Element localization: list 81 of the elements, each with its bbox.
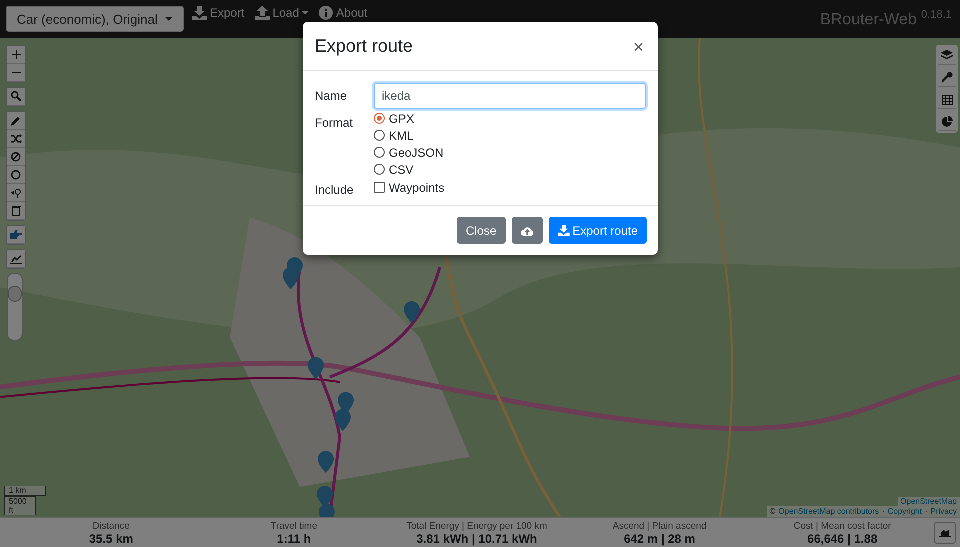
stat-label: Total Energy | Energy per 100 km [406, 520, 548, 532]
map-marker[interactable] [283, 268, 299, 290]
draw-button[interactable] [7, 112, 25, 130]
statistics-button[interactable] [938, 113, 956, 131]
map-marker[interactable] [319, 504, 335, 517]
download-icon [192, 6, 207, 20]
option-label: GeoJSON [389, 146, 444, 160]
table-icon [942, 94, 952, 104]
pencil-icon [11, 116, 21, 126]
stat-value: 642 m | 28 m [624, 532, 696, 546]
dialog-title: Export route [315, 36, 414, 57]
hand-icon [10, 230, 22, 239]
stat-label: Distance [92, 520, 130, 532]
field-label: Include [315, 182, 355, 197]
copyright-sign: © [770, 507, 776, 516]
upload-icon [254, 6, 270, 20]
radio-button[interactable] [374, 113, 385, 124]
map-marker[interactable] [335, 409, 351, 432]
caret-icon [302, 11, 310, 15]
map-marker[interactable] [308, 357, 324, 380]
separator-dot: · [925, 507, 928, 516]
pie-chart-icon [942, 116, 952, 127]
settings-button[interactable] [938, 69, 956, 87]
checkbox[interactable] [374, 182, 385, 193]
nav-link[interactable]: Load [252, 6, 312, 20]
field-label: Name [315, 88, 348, 103]
zoom-in-button[interactable] [7, 46, 25, 64]
close-button[interactable]: Close [456, 217, 506, 244]
stat-value: 35.5 km [89, 532, 134, 546]
stat-label: Cost | Mean cost factor [794, 520, 892, 532]
option-label: KML [389, 128, 414, 142]
attribution-link[interactable]: Privacy [930, 507, 957, 516]
stat-value: 66,646 | 1.88 [808, 532, 878, 546]
stat-label: Ascend | Plain ascend [612, 520, 707, 532]
option-label: CSV [389, 162, 414, 176]
stat-value: 1:11 h [277, 532, 312, 546]
stat-value: 3.81 kWh | 10.71 kWh [416, 532, 538, 546]
download-icon [558, 225, 570, 236]
option-label: Waypoints [389, 180, 445, 194]
elevation-toggle-button[interactable] [934, 522, 956, 544]
map-marker[interactable] [404, 301, 420, 324]
circle-icon [11, 170, 21, 180]
separator-dot: · [882, 507, 885, 516]
caret-icon [165, 17, 173, 21]
line-chart-icon [10, 254, 22, 264]
elevation-button[interactable] [7, 250, 25, 268]
search-icon [10, 91, 22, 102]
radio-button[interactable] [374, 147, 385, 158]
close-button[interactable]: × [631, 38, 646, 56]
plus-icon [12, 50, 20, 59]
option-label: GPX [389, 112, 414, 126]
trash-icon [12, 206, 20, 216]
export-route-button[interactable]: Export route [548, 217, 647, 244]
opacity-slider[interactable] [7, 273, 23, 341]
map-marker[interactable] [318, 451, 334, 474]
layers-button[interactable] [938, 47, 956, 65]
radio-button[interactable] [374, 164, 385, 175]
minus-icon [12, 72, 20, 74]
info-icon [319, 6, 334, 20]
layer-credit-link[interactable]: OpenStreetMap [898, 497, 960, 506]
stat-label: Travel time [270, 520, 318, 532]
attribution-link[interactable]: Copyright [888, 507, 922, 516]
shuffle-icon [10, 134, 22, 144]
field-label: Format [315, 115, 354, 130]
name-input-field[interactable]: ikeda [374, 83, 646, 109]
wrench-icon [942, 72, 952, 83]
search-button[interactable] [7, 88, 25, 106]
pointer-button[interactable] [7, 226, 25, 244]
attribution-link[interactable]: OpenStreetMap contributors [778, 507, 880, 516]
cloud-upload-icon [520, 226, 534, 236]
nav-link[interactable]: Export [190, 6, 247, 20]
app-title: BRouter-Web $^{0.18.1}$ [820, 8, 952, 30]
layers-icon [941, 50, 953, 61]
nav-link[interactable]: About [317, 6, 370, 20]
upload-button[interactable] [512, 217, 543, 244]
prohibited-icon [11, 152, 21, 162]
profile-select[interactable]: Car (economic), Original [6, 6, 184, 32]
slider-thumb[interactable] [8, 286, 22, 302]
radio-button[interactable] [374, 130, 385, 141]
area-chart-icon [938, 528, 951, 537]
marker-icon [10, 188, 22, 198]
